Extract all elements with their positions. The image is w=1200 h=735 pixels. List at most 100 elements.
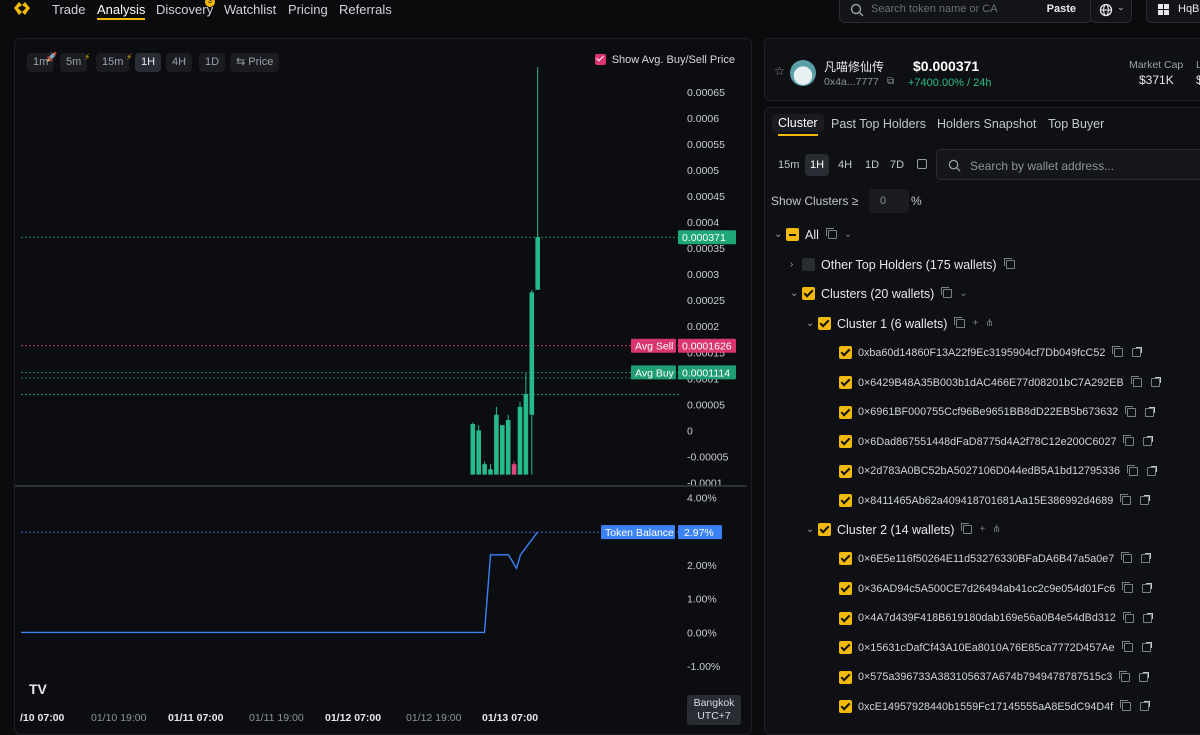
nav-trade[interactable]: Trade: [52, 2, 85, 17]
add-icon[interactable]: +: [979, 524, 985, 535]
wallet-row[interactable]: 0×575a396733A383105637A674b7949478787515…: [839, 669, 1150, 689]
cluster-threshold-input[interactable]: 0: [869, 189, 909, 213]
tree-row-other-holders[interactable]: › Other Top Holders (175 wallets): [790, 257, 1015, 277]
chevron-down-icon[interactable]: ⌄: [806, 524, 818, 535]
checkbox-checked-icon[interactable]: [839, 405, 852, 419]
wallet-row[interactable]: 0×6961BF000755Ccf96Be9651BB8dD22EB5b6736…: [839, 404, 1156, 424]
checkbox-checked-icon[interactable]: [839, 611, 852, 625]
external-link-icon[interactable]: [1140, 701, 1151, 712]
checkbox-checked-icon[interactable]: [839, 552, 852, 566]
timezone-selector[interactable]: Bangkok UTC+7: [687, 695, 741, 725]
wallet-row[interactable]: 0×8411465Ab62a409418701681Aa15E386992d46…: [839, 493, 1151, 513]
tree-row-all[interactable]: ⌄ All ⌄: [774, 227, 852, 247]
tree-row-clusters[interactable]: ⌄ Clusters (20 wallets) ⌄: [790, 286, 968, 306]
checkbox-checked-icon[interactable]: [802, 287, 815, 301]
network-icon[interactable]: ⋔: [992, 524, 1000, 535]
nav-discovery[interactable]: Discovery: [156, 2, 213, 17]
external-link-icon[interactable]: [1141, 553, 1152, 564]
wallet-row[interactable]: 0×15631cDafCf43A10Ea8010A76E85ca7772D457…: [839, 640, 1152, 660]
price-chart[interactable]: 0.00065 0.0006 0.00055 0.0005 0.00045 0.0004 0…: [15, 39, 752, 735]
wallet-search-input[interactable]: Search by wallet address...: [936, 149, 1200, 180]
nav-pricing[interactable]: Pricing: [288, 2, 328, 17]
copy-icon[interactable]: [954, 317, 966, 329]
wallet-row[interactable]: 0xcE14957928440b1559Fc17145555aA8E5dC94D…: [839, 699, 1151, 719]
checkbox-checked-icon[interactable]: [839, 494, 852, 508]
copy-icon[interactable]: [1112, 346, 1124, 358]
copy-icon[interactable]: [1119, 670, 1131, 682]
copy-icon[interactable]: [1121, 641, 1133, 653]
external-link-icon[interactable]: [1142, 612, 1153, 623]
external-link-icon[interactable]: [1147, 465, 1158, 476]
collapse-icon[interactable]: ⌄: [844, 229, 852, 240]
external-link-icon[interactable]: [1145, 406, 1156, 417]
nav-watchlist[interactable]: Watchlist: [224, 2, 276, 17]
chevron-down-icon[interactable]: ⌄: [806, 318, 818, 329]
copy-icon[interactable]: [961, 523, 973, 535]
copy-icon[interactable]: [1130, 375, 1142, 387]
cluster-timeframe-7d[interactable]: 7D: [885, 154, 909, 176]
paste-button[interactable]: Paste: [1047, 3, 1076, 15]
wallet-row[interactable]: 0×36AD94c5A500CE7d26494ab41cc2c9e054d01F…: [839, 581, 1153, 601]
copy-icon[interactable]: [1125, 405, 1137, 417]
favorite-star-icon[interactable]: ☆: [774, 64, 785, 78]
cluster-timeframe-4h[interactable]: 4H: [833, 154, 857, 176]
checkbox-partial-icon[interactable]: [786, 228, 799, 242]
app-logo-icon[interactable]: [12, 0, 32, 17]
external-link-icon[interactable]: [1141, 642, 1152, 653]
checkbox-checked-icon[interactable]: [839, 581, 852, 595]
copy-icon[interactable]: [1123, 435, 1135, 447]
tab-holders-snapshot[interactable]: Holders Snapshot: [937, 117, 1036, 131]
checkbox-checked-icon[interactable]: [839, 641, 852, 655]
copy-icon[interactable]: [1127, 464, 1139, 476]
cluster-timeframe-1h[interactable]: 1H: [805, 154, 830, 176]
nav-referrals[interactable]: Referrals: [339, 2, 392, 17]
checkbox-checked-icon[interactable]: [818, 523, 831, 537]
external-link-icon[interactable]: [1143, 436, 1154, 447]
tree-row-cluster-1[interactable]: ⌄ Cluster 1 (6 wallets) + ⋔: [806, 316, 994, 336]
checkbox-checked-icon[interactable]: [839, 346, 852, 360]
chevron-down-icon[interactable]: ⌄: [790, 288, 802, 299]
copy-icon[interactable]: [1121, 552, 1133, 564]
cluster-timeframe-1d[interactable]: 1D: [860, 154, 884, 176]
copy-icon[interactable]: [1003, 258, 1015, 270]
external-link-icon[interactable]: [1139, 671, 1150, 682]
cluster-timeframe-15m[interactable]: 15m: [773, 154, 804, 176]
external-link-icon[interactable]: [1132, 347, 1143, 358]
copy-icon[interactable]: [941, 287, 953, 299]
nav-analysis[interactable]: Analysis: [97, 2, 146, 20]
calendar-icon[interactable]: [917, 159, 927, 169]
user-menu[interactable]: HqB: [1146, 0, 1200, 23]
wallet-row[interactable]: 0×6429B48A35B003b1dAC466E77d08201bC7A292…: [839, 375, 1161, 395]
copy-icon[interactable]: [1120, 700, 1132, 712]
checkbox-checked-icon[interactable]: [839, 464, 852, 478]
copy-icon[interactable]: [825, 228, 837, 240]
add-icon[interactable]: +: [972, 318, 978, 329]
checkbox-checked-icon[interactable]: [818, 317, 831, 331]
copy-icon[interactable]: [1122, 581, 1134, 593]
copy-icon[interactable]: [1120, 494, 1132, 506]
copy-icon[interactable]: ⧉: [887, 76, 894, 87]
wallet-row[interactable]: 0×2d783A0BC52bA5027106D044edB5A1bd127953…: [839, 463, 1158, 483]
wallet-row[interactable]: 0×6E5e116f50264E11d53276330BFaDA6B47a5a0…: [839, 551, 1152, 571]
external-link-icon[interactable]: [1140, 495, 1151, 506]
checkbox-checked-icon[interactable]: [839, 375, 852, 389]
wallet-row[interactable]: 0xba60d14860F13A22f9Ec3195904cf7Db049fcC…: [839, 345, 1143, 365]
tab-top-buyer[interactable]: Top Buyer: [1048, 117, 1104, 131]
token-search-input[interactable]: Search token name or CA Paste: [839, 0, 1092, 23]
wallet-row[interactable]: 0×4A7d439F418B619180dab169e56a0B4e54dBd3…: [839, 610, 1153, 630]
collapse-icon[interactable]: ⌄: [959, 288, 967, 299]
checkbox-checked-icon[interactable]: [839, 700, 852, 714]
external-link-icon[interactable]: [1142, 582, 1153, 593]
checkbox-empty-icon[interactable]: [802, 258, 815, 272]
external-link-icon[interactable]: [1150, 376, 1161, 387]
checkbox-checked-icon[interactable]: [839, 435, 852, 449]
chevron-right-icon[interactable]: ›: [790, 259, 802, 270]
tree-row-cluster-2[interactable]: ⌄ Cluster 2 (14 wallets) + ⋔: [806, 522, 1001, 542]
checkbox-checked-icon[interactable]: [839, 670, 852, 684]
tab-past-top-holders[interactable]: Past Top Holders: [831, 117, 926, 131]
wallet-row[interactable]: 0×6Dad867551448dFaD8775d4A2f78C12e200C60…: [839, 434, 1154, 454]
chevron-down-icon[interactable]: ⌄: [774, 229, 786, 240]
network-icon[interactable]: ⋔: [985, 318, 993, 329]
language-selector[interactable]: ⌄: [1090, 0, 1132, 23]
tab-cluster[interactable]: Cluster: [772, 114, 824, 136]
